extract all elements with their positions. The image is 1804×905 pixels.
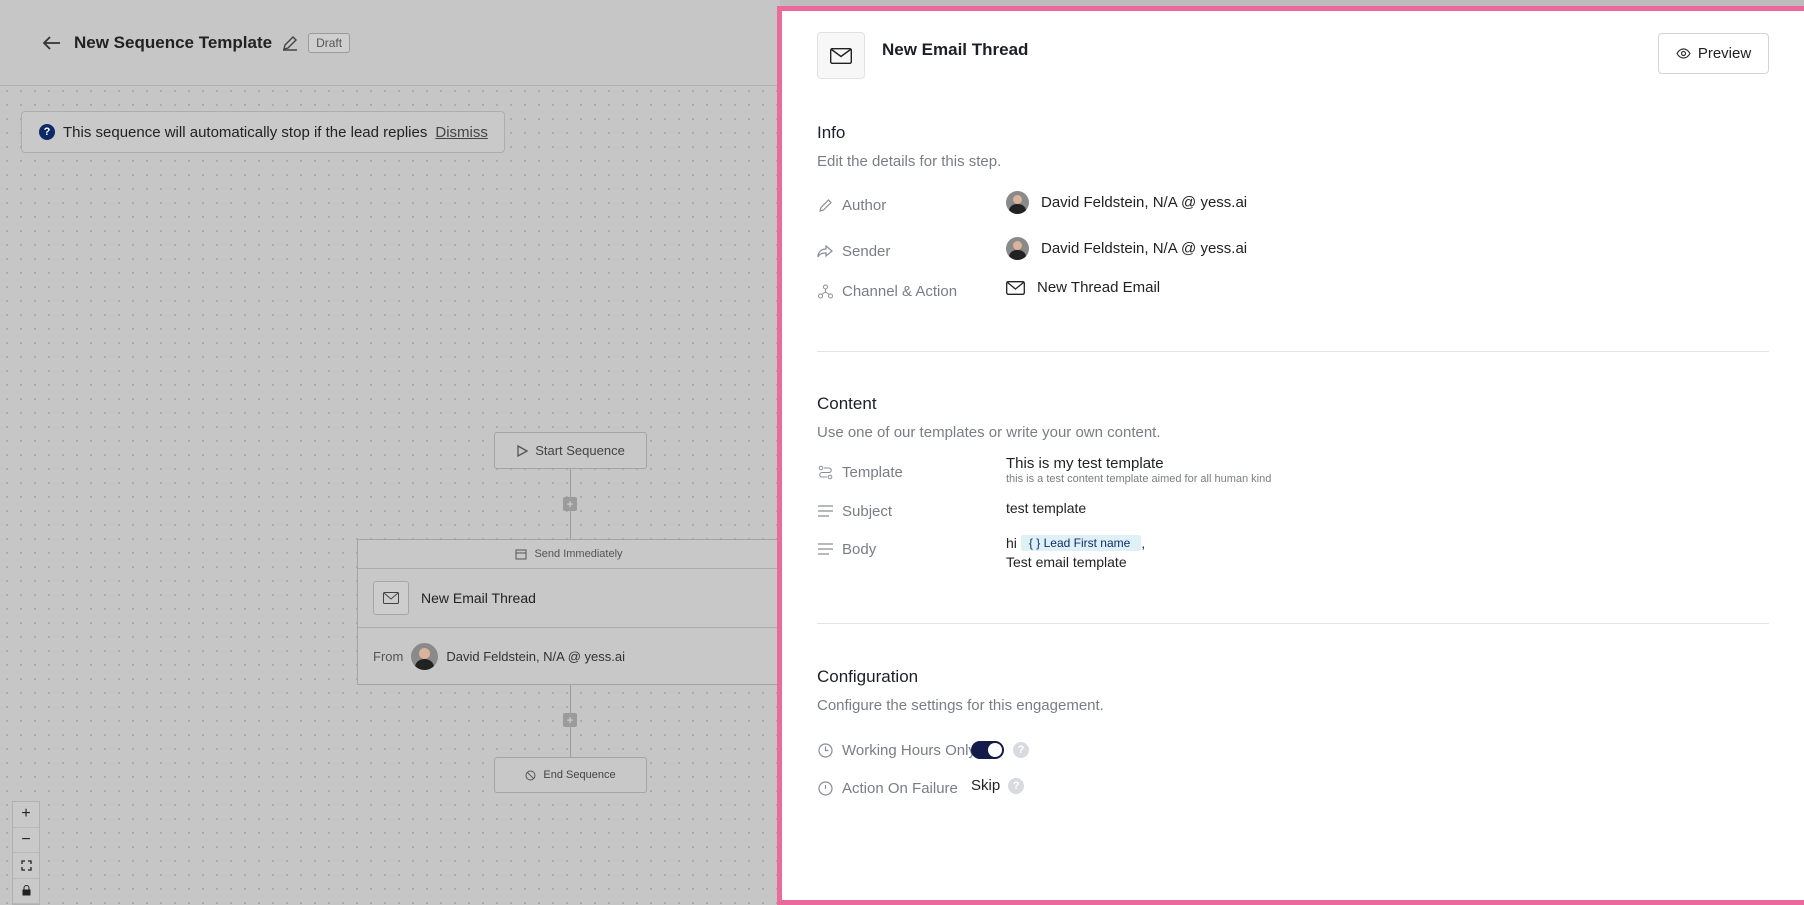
from-label: From: [373, 649, 404, 664]
working-hours-row: Working Hours Only: [817, 738, 976, 762]
banner-text: This sequence will automatically stop if…: [63, 123, 428, 141]
lines-icon: [817, 541, 833, 557]
alert-circle-icon: [817, 780, 833, 796]
end-sequence-label: End Sequence: [543, 769, 616, 781]
email-step-card[interactable]: Send Immediately New Email Thread From D…: [357, 539, 780, 685]
channel-row: Channel & Action: [817, 279, 957, 303]
share-icon: [817, 243, 833, 259]
body-greeting: hi: [1006, 535, 1017, 551]
zoom-controls: + −: [12, 801, 40, 905]
pencil-icon: [817, 197, 833, 213]
end-sequence-node[interactable]: End Sequence: [494, 757, 647, 793]
body-comma: ,: [1141, 535, 1146, 551]
template-icon: [817, 464, 833, 480]
body-value[interactable]: hi { } Lead First name , Test email temp…: [1006, 535, 1145, 570]
start-sequence-node[interactable]: Start Sequence: [494, 432, 647, 469]
calendar-clock-icon: [515, 549, 527, 559]
back-arrow-icon[interactable]: [40, 31, 64, 55]
subject-label: Subject: [842, 502, 893, 520]
author-row: Author: [817, 193, 886, 217]
step-detail-panel: New Email Thread Preview Info Edit the d…: [777, 6, 1804, 905]
preview-button[interactable]: Preview: [1658, 33, 1769, 74]
info-heading: Info: [817, 123, 846, 142]
help-icon[interactable]: ?: [1008, 777, 1025, 794]
content-heading: Content: [817, 394, 877, 413]
action-on-failure-control: Skip ?: [971, 777, 1025, 794]
mail-icon: [373, 581, 409, 615]
mail-icon: [817, 32, 865, 79]
divider: [817, 623, 1769, 624]
stop-icon: [525, 770, 536, 780]
question-icon: ?: [39, 124, 55, 140]
page-title: New Sequence Template: [74, 32, 273, 52]
sender-name: David Feldstein, N/A @ yess.ai: [1041, 240, 1248, 257]
template-value[interactable]: This is my test template this is a test …: [1006, 455, 1271, 485]
play-icon: [517, 444, 529, 457]
action-on-failure-label: Action On Failure: [842, 779, 958, 797]
configuration-subtitle: Configure the settings for this engageme…: [817, 697, 1104, 714]
sender-row: Sender: [817, 239, 890, 263]
status-badge: Draft: [308, 32, 351, 53]
subject-row: Subject: [817, 499, 892, 523]
channel-name: New Thread Email: [1037, 279, 1161, 296]
preview-label: Preview: [1697, 45, 1752, 62]
mail-icon: [1006, 280, 1025, 295]
help-icon[interactable]: ?: [1013, 742, 1029, 758]
template-name: This is my test template: [1006, 455, 1164, 472]
action-on-failure-row: Action On Failure: [817, 776, 958, 800]
from-value: David Feldstein, N/A @ yess.ai: [446, 649, 625, 664]
working-hours-label: Working Hours Only: [842, 741, 976, 759]
lead-first-name-variable[interactable]: { } Lead First name: [1020, 535, 1142, 551]
channel-label: Channel & Action: [842, 282, 958, 300]
auto-stop-banner: ? This sequence will automatically stop …: [21, 111, 505, 153]
add-step-button[interactable]: +: [563, 497, 577, 511]
action-on-failure-value[interactable]: Skip: [971, 777, 1000, 794]
info-subtitle: Edit the details for this step.: [817, 153, 1002, 170]
template-label: Template: [842, 463, 903, 481]
author-value[interactable]: David Feldstein, N/A @ yess.ai: [1006, 191, 1247, 214]
template-row: Template: [817, 460, 903, 484]
avatar: [411, 643, 439, 670]
edit-icon[interactable]: [280, 33, 300, 53]
workflow-icon: [817, 283, 833, 299]
lock-icon[interactable]: [13, 879, 39, 904]
step-title: New Email Thread: [421, 590, 536, 606]
avatar: [1006, 237, 1029, 260]
channel-value[interactable]: New Thread Email: [1006, 279, 1160, 296]
content-subtitle: Use one of our templates or write your o…: [817, 424, 1161, 441]
author-label: Author: [842, 196, 887, 214]
author-name: David Feldstein, N/A @ yess.ai: [1041, 194, 1248, 211]
sender-label: Sender: [842, 242, 891, 260]
sender-value[interactable]: David Feldstein, N/A @ yess.ai: [1006, 237, 1247, 260]
start-sequence-label: Start Sequence: [535, 443, 625, 458]
clock-icon: [817, 742, 833, 758]
subject-value[interactable]: test template: [1006, 500, 1086, 516]
zoom-in-icon[interactable]: +: [13, 802, 39, 828]
template-description: this is a test content template aimed fo…: [1006, 473, 1272, 485]
fit-view-icon[interactable]: [13, 853, 39, 879]
dismiss-link[interactable]: Dismiss: [435, 124, 488, 141]
timing-label: Send Immediately: [534, 548, 623, 560]
working-hours-control: ?: [971, 741, 1029, 759]
top-bar: New Sequence Template Draft: [0, 0, 780, 86]
divider: [817, 351, 1769, 352]
zoom-out-icon[interactable]: −: [13, 828, 39, 853]
step-timing: Send Immediately: [358, 540, 780, 569]
eye-icon: [1676, 48, 1691, 59]
working-hours-toggle[interactable]: [971, 741, 1004, 759]
body-label: Body: [842, 540, 877, 558]
body-line-2: Test email template: [1006, 554, 1127, 570]
avatar: [1006, 191, 1029, 214]
add-step-button[interactable]: +: [563, 713, 577, 727]
panel-title: New Email Thread: [882, 40, 1029, 59]
lines-icon: [817, 503, 833, 519]
body-row: Body: [817, 537, 876, 561]
configuration-heading: Configuration: [817, 667, 919, 686]
